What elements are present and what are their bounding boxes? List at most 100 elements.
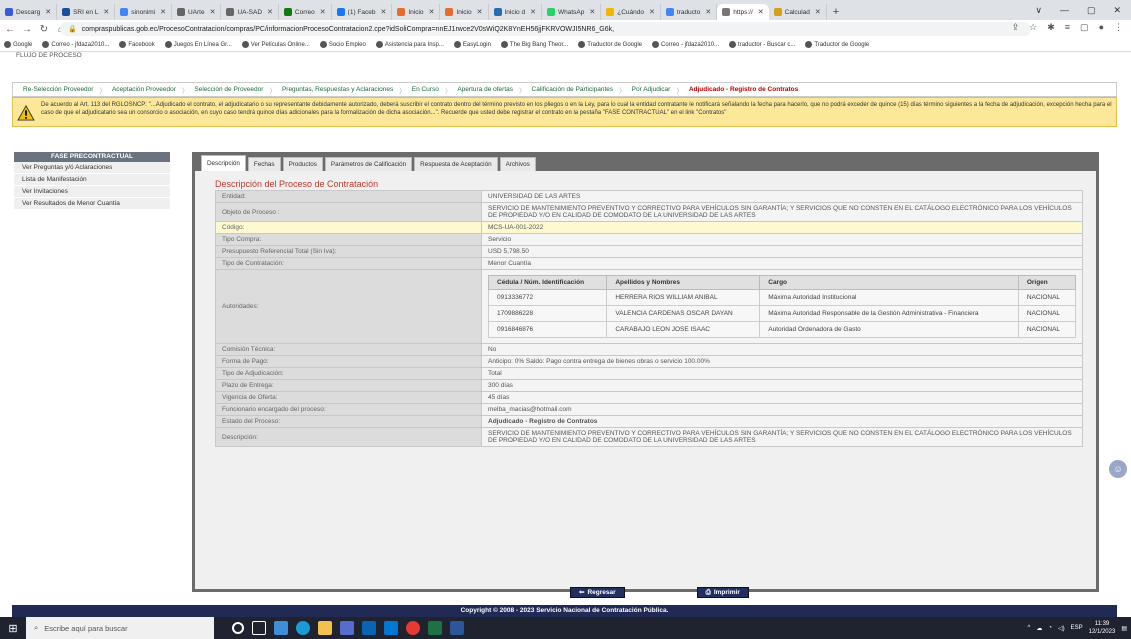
process-step[interactable]: En Curso: [412, 86, 439, 93]
close-tab-icon[interactable]: ✕: [103, 8, 109, 16]
process-step[interactable]: Aceptación Proveedor: [112, 86, 176, 93]
process-step[interactable]: Re-Selección Proveedor: [23, 86, 93, 93]
print-button[interactable]: ⎙ Imprimir: [696, 587, 749, 598]
browser-tab[interactable]: Inicio ✕: [440, 4, 489, 20]
content-tab[interactable]: Archivos: [499, 157, 536, 171]
bookmark-item[interactable]: Ver Películas Online...: [241, 41, 310, 48]
bookmark-item[interactable]: Asistencia para Insp...: [375, 41, 444, 48]
browser-tab[interactable]: Inicio d ✕: [489, 4, 542, 20]
browser-tab[interactable]: Inicio ✕: [392, 4, 441, 20]
close-tab-icon[interactable]: ✕: [758, 8, 764, 16]
edge-icon[interactable]: [296, 621, 310, 635]
bookmark-item[interactable]: traductor - Buscar c...: [729, 41, 795, 48]
reading-list-icon[interactable]: ≡: [1065, 22, 1070, 33]
sidebar-item-preguntas[interactable]: Ver Preguntas y/ó Aclaraciones: [14, 162, 170, 174]
minimize-button[interactable]: —: [1060, 5, 1069, 15]
star-icon[interactable]: ☆: [1029, 22, 1037, 33]
browser-tab[interactable]: https:// ✕: [717, 4, 769, 20]
sidebar-item-manifestacion[interactable]: Lista de Manifestación: [14, 174, 170, 186]
content-tab[interactable]: Respuesta de Aceptación: [414, 157, 498, 171]
process-step[interactable]: Por Adjudicar: [632, 86, 671, 93]
wifi-icon[interactable]: ◔: [1048, 625, 1052, 631]
forward-icon[interactable]: →: [20, 24, 34, 35]
close-tab-icon[interactable]: ✕: [649, 8, 655, 16]
notifications-icon[interactable]: ▤: [1121, 625, 1127, 632]
browser-tab[interactable]: sinonimi ✕: [115, 4, 172, 20]
back-icon[interactable]: ←: [3, 24, 17, 35]
chrome-icon[interactable]: [406, 621, 420, 635]
content-tab[interactable]: Descripción: [201, 155, 246, 171]
onedrive-icon[interactable]: ☁: [1036, 625, 1042, 632]
process-step[interactable]: Calificación de Participantes: [532, 86, 614, 93]
language-indicator[interactable]: ESP: [1071, 625, 1083, 631]
close-tab-icon[interactable]: ✕: [320, 8, 326, 16]
browser-tab[interactable]: (1) Faceb ✕: [332, 4, 393, 20]
store-icon[interactable]: [340, 621, 354, 635]
share-icon[interactable]: ⇪: [1012, 22, 1020, 33]
clock[interactable]: 11:39 12/1/2023: [1089, 620, 1116, 636]
sidebar-item-resultados[interactable]: Ver Resultados de Menor Cuantía: [14, 198, 170, 210]
bookmark-item[interactable]: The Big Bang Theor...: [500, 41, 568, 48]
process-step[interactable]: Adjudicado - Registro de Contratos: [689, 86, 798, 93]
tab-search-icon[interactable]: ∨: [1035, 5, 1042, 16]
process-step[interactable]: Preguntas, Respuestas y Aclaraciones: [282, 86, 393, 93]
close-tab-icon[interactable]: ✕: [815, 8, 821, 16]
url-field[interactable]: 🔒 compraspublicas.gob.ec/ProcesoContrata…: [60, 22, 1031, 36]
volume-icon[interactable]: ◁): [1058, 625, 1065, 632]
weather-icon[interactable]: [274, 621, 288, 635]
browser-tab[interactable]: WhatsAp ✕: [542, 4, 602, 20]
back-button[interactable]: ⇐ Regresar: [570, 587, 625, 598]
file-explorer-icon[interactable]: [318, 621, 332, 635]
close-tab-icon[interactable]: ✕: [160, 8, 166, 16]
browser-tab[interactable]: SRI en L ✕: [57, 4, 116, 20]
close-tab-icon[interactable]: ✕: [381, 8, 387, 16]
cortana-icon[interactable]: [232, 622, 244, 634]
close-tab-icon[interactable]: ✕: [530, 8, 536, 16]
bookmark-item[interactable]: Traductor de Google: [578, 41, 642, 48]
close-tab-icon[interactable]: ✕: [210, 8, 216, 16]
menu-icon[interactable]: ⋮: [1114, 22, 1123, 33]
tray-arrow-icon[interactable]: ^: [1028, 625, 1031, 631]
profile-icon[interactable]: ●: [1099, 22, 1104, 33]
bookmark-item[interactable]: Juegos En Línea Gr...: [164, 41, 232, 48]
bookmark-item[interactable]: Correo - jfdaza2010...: [42, 41, 109, 48]
content-tab[interactable]: Parámetros de Calificación: [324, 157, 413, 171]
taskbar-search[interactable]: ⌕ Escribe aquí para buscar: [26, 617, 214, 639]
close-tab-icon[interactable]: ✕: [589, 8, 595, 16]
close-tab-icon[interactable]: ✕: [45, 8, 51, 16]
word-icon[interactable]: [450, 621, 464, 635]
process-step[interactable]: Selección de Proveedor: [194, 86, 263, 93]
close-tab-icon[interactable]: ✕: [477, 8, 483, 16]
extensions-icon[interactable]: ✱: [1047, 22, 1055, 33]
bookmark-item[interactable]: Correo - jfdaza2010...: [652, 41, 719, 48]
process-step[interactable]: Apertura de ofertas: [457, 86, 513, 93]
bookmark-item[interactable]: Facebook: [119, 41, 155, 48]
task-view-icon[interactable]: [252, 621, 266, 635]
browser-tab[interactable]: Calculad ✕: [769, 4, 827, 20]
mail-icon[interactable]: [384, 621, 398, 635]
windows-start-icon[interactable]: ⊞: [0, 622, 26, 635]
bookmark-item[interactable]: Traductor de Google: [805, 41, 869, 48]
close-tab-icon[interactable]: ✕: [705, 8, 711, 16]
sidebar-item-invitaciones[interactable]: Ver Invitaciones: [14, 186, 170, 198]
new-tab-button[interactable]: +: [827, 6, 845, 18]
browser-tab[interactable]: Descarg ✕: [0, 4, 58, 20]
sidepanel-icon[interactable]: ▢: [1080, 22, 1089, 33]
content-tab[interactable]: Fechas: [247, 157, 281, 171]
bookmark-item[interactable]: Socio Empleo: [319, 41, 366, 48]
bookmark-item[interactable]: Google: [4, 41, 32, 48]
help-widget-icon[interactable]: ☺: [1109, 460, 1127, 478]
bookmark-item[interactable]: EasyLogin: [453, 41, 491, 48]
maximize-button[interactable]: ▢: [1087, 5, 1096, 16]
browser-tab[interactable]: traducto ✕: [661, 4, 718, 20]
close-tab-icon[interactable]: ✕: [267, 8, 273, 16]
close-button[interactable]: ✕: [1113, 5, 1121, 16]
browser-tab[interactable]: UArte ✕: [172, 4, 222, 20]
browser-tab[interactable]: UA-SAD ✕: [221, 4, 279, 20]
content-tab[interactable]: Productos: [282, 157, 323, 171]
browser-tab[interactable]: ¿Cuándo ✕: [601, 4, 661, 20]
reload-icon[interactable]: ↻: [37, 24, 51, 35]
browser-tab[interactable]: Correo ✕: [279, 4, 332, 20]
excel-icon[interactable]: [428, 621, 442, 635]
close-tab-icon[interactable]: ✕: [429, 8, 435, 16]
